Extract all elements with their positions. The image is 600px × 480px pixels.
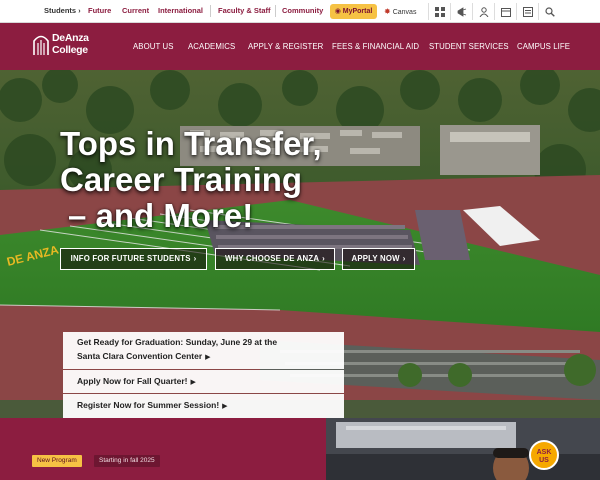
chevron-right-icon: › <box>193 254 197 263</box>
news-item-text: Apply Now for Fall Quarter! <box>77 376 188 386</box>
canvas-label: Canvas <box>392 9 417 16</box>
button-label: INFO FOR FUTURE STUDENTS <box>70 254 191 263</box>
audience-label: Students <box>44 6 77 15</box>
news-item-text: Register Now for Summer Session! <box>77 400 220 410</box>
new-program-tag: New Program <box>32 455 82 467</box>
nav-apply-register[interactable]: APPLY & REGISTER <box>248 42 323 51</box>
news-item-text: Santa Clara Convention Center <box>77 351 203 361</box>
feature-strip: New Program Starting in fall 2025 <box>0 418 600 480</box>
hero-headline-line2: Career Training <box>60 161 303 198</box>
hero-headline-line3: – and More! <box>68 197 254 234</box>
apply-now-button[interactable]: APPLY NOW › <box>342 248 415 270</box>
feature-photo <box>326 418 600 480</box>
link-future[interactable]: Future <box>88 6 111 15</box>
hero-headline-line1: Tops in Transfer, <box>60 125 322 162</box>
canvas-logo-icon: ✸ <box>384 7 391 16</box>
myportal-label: MyPortal <box>342 8 373 15</box>
nav-about-us[interactable]: ABOUT US <box>133 42 174 51</box>
chevron-right-icon: › <box>322 254 325 263</box>
start-date-tag: Starting in fall 2025 <box>94 455 160 467</box>
ask-us-text: ASK <box>536 449 552 456</box>
schedule-icon[interactable] <box>516 3 538 20</box>
divider <box>275 5 276 17</box>
caret-right-icon: ▶ <box>222 403 228 410</box>
news-item-graduation[interactable]: Get Ready for Graduation: Sunday, June 2… <box>63 332 344 369</box>
button-label: APPLY NOW <box>351 254 400 263</box>
utility-bar: Students › Future Current International … <box>0 0 600 23</box>
ask-us-chat-button[interactable]: ASK US <box>529 440 559 470</box>
hero-headline: Tops in Transfer, Career Training – and … <box>60 126 322 234</box>
link-community[interactable]: Community <box>282 6 323 15</box>
nav-campus-life[interactable]: CAMPUS LIFE <box>517 42 570 51</box>
why-choose-de-anza-button[interactable]: WHY CHOOSE DE ANZA › <box>215 248 335 270</box>
caret-right-icon: ▶ <box>205 354 211 361</box>
link-current[interactable]: Current <box>122 6 149 15</box>
chevron-right-icon: › <box>402 254 406 263</box>
button-label: WHY CHOOSE DE ANZA <box>225 254 320 263</box>
megaphone-icon[interactable] <box>450 3 472 20</box>
chevron-right-icon: › <box>78 8 81 15</box>
canvas-link[interactable]: ✸ Canvas <box>384 4 416 19</box>
nav-student-services[interactable]: STUDENT SERVICES <box>429 42 509 51</box>
link-international[interactable]: International <box>158 6 203 15</box>
info-future-students-button[interactable]: INFO FOR FUTURE STUDENTS › <box>60 248 207 270</box>
logo-text-line1: DeAnza <box>52 32 89 44</box>
college-logo[interactable]: DeAnza College <box>33 30 103 62</box>
college-emblem-icon <box>33 35 49 55</box>
myportal-button[interactable]: ◉ MyPortal <box>330 4 377 19</box>
caret-right-icon: ▶ <box>190 379 196 386</box>
nav-fees-financial-aid[interactable]: FEES & FINANCIAL AID <box>332 42 419 51</box>
logo-text-line2: College <box>52 44 88 56</box>
news-item-fall-quarter[interactable]: Apply Now for Fall Quarter! ▶ <box>63 370 344 393</box>
audience-dropdown[interactable]: Students › <box>44 6 81 15</box>
lock-icon: ◉ <box>334 8 341 15</box>
grid-icon[interactable] <box>428 3 450 20</box>
user-icon[interactable] <box>472 3 494 20</box>
nav-academics[interactable]: ACADEMICS <box>188 42 235 51</box>
hero-banner: DE ANZA Tops in Transfer, Career Trainin… <box>0 70 600 418</box>
news-item-text: Get Ready for Graduation: Sunday, June 2… <box>77 337 278 347</box>
link-faculty-staff[interactable]: Faculty & Staff <box>218 6 271 15</box>
search-icon[interactable] <box>538 3 560 20</box>
news-item-summer-session[interactable]: Register Now for Summer Session! ▶ <box>63 394 344 418</box>
main-navigation: DeAnza College ABOUT US ACADEMICS APPLY … <box>0 23 600 70</box>
calendar-icon[interactable] <box>494 3 516 20</box>
divider <box>210 5 211 17</box>
ask-us-text: US <box>539 457 549 464</box>
